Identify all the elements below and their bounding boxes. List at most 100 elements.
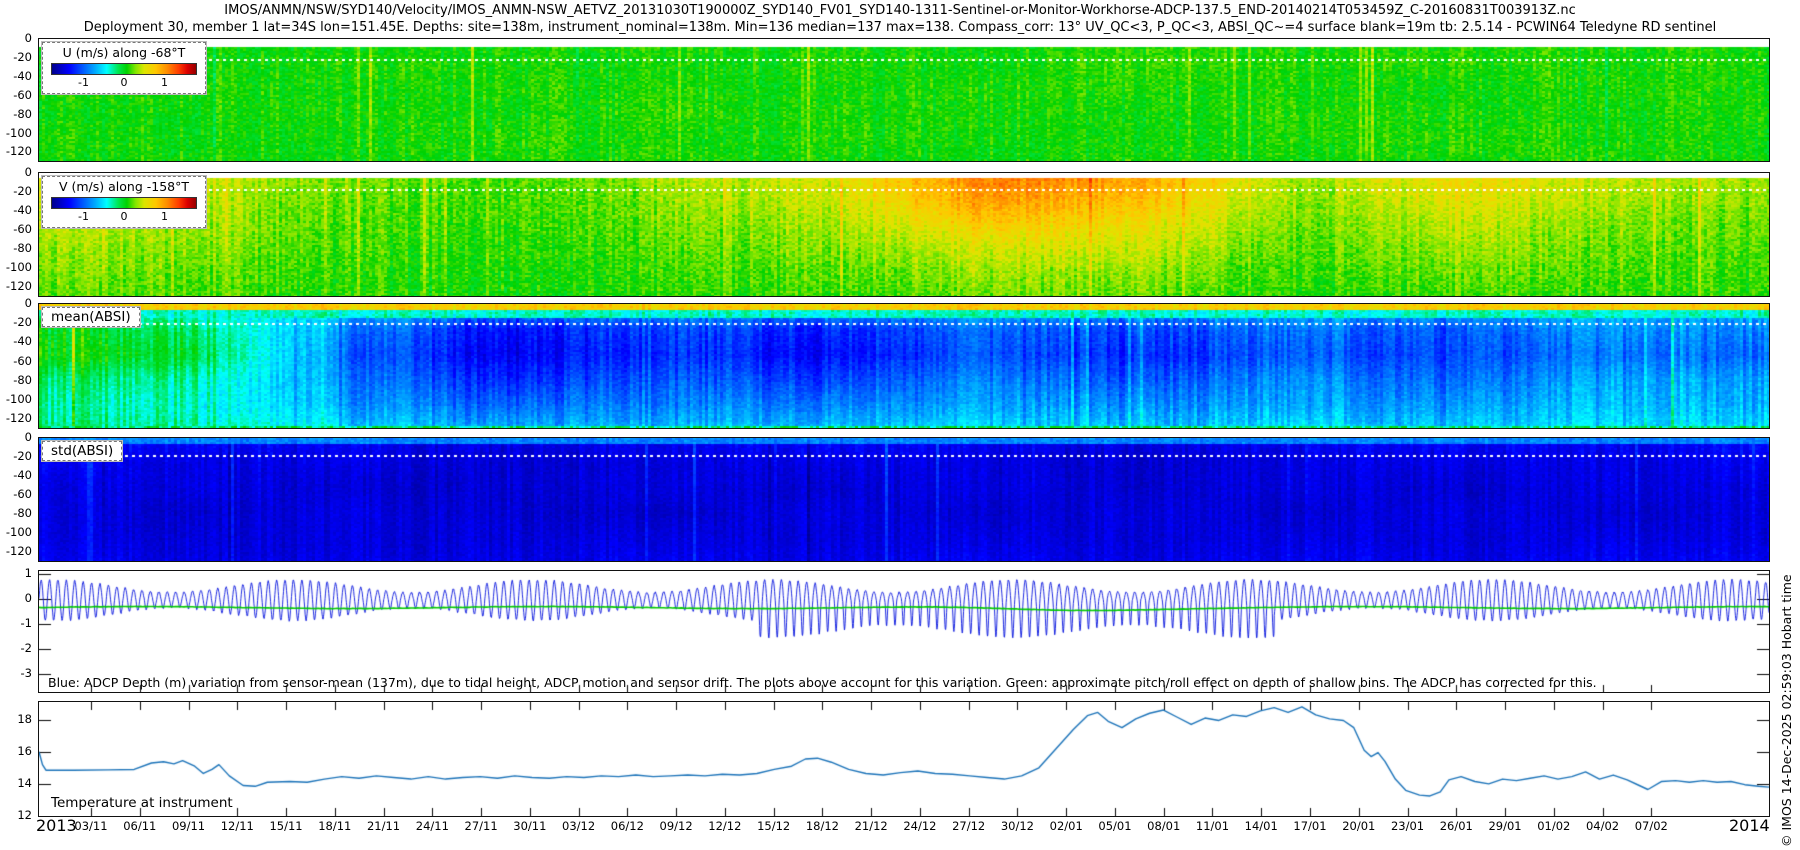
axis-tick-label: -80 [13,373,32,387]
date-tick-label: 15/11 [269,819,302,833]
date-tick-label: 18/11 [318,819,351,833]
std-absi-panel [38,437,1770,562]
axis-tick-label: -20 [13,449,32,463]
date-tick-label: 18/12 [806,819,839,833]
date-tick-label: 05/01 [1098,819,1131,833]
std-absi-label: std(ABSI) [42,441,122,461]
axis-tick-label: -2 [21,641,32,655]
axis-tick-label: -40 [13,334,32,348]
date-tick-label: 15/12 [757,819,790,833]
figure-title-filename: IMOS/ANMN/NSW/SYD140/Velocity/IMOS_ANMN-… [0,3,1800,18]
colorbar-tick-label: -1 [78,210,89,223]
date-tick-label: 06/12 [611,819,644,833]
axis-tick-label: -40 [13,203,32,217]
mean-absi-heatmap [39,304,1769,428]
axis-tick-label: -120 [6,279,32,293]
axis-tick-label: -3 [21,666,32,680]
colorbar-tick-label: 1 [161,210,168,223]
date-tick-label: 06/11 [123,819,156,833]
axis-tick-label: -20 [13,315,32,329]
axis-tick-label: -120 [6,544,32,558]
date-tick-label: 26/01 [1440,819,1473,833]
date-tick-label: 23/01 [1391,819,1424,833]
axis-tick-label: -60 [13,88,32,102]
axis-tick-label: 16 [17,744,32,758]
v-velocity-heatmap [39,173,1769,296]
axis-tick-label: -20 [13,50,32,64]
v-legend: V (m/s) along -158°T -101 [42,176,206,228]
mean-absi-depth-axis: 0-20-40-60-80-100-120 [0,303,34,427]
axis-tick-label: -100 [6,525,32,539]
adcp-figure: IMOS/ANMN/NSW/SYD140/Velocity/IMOS_ANMN-… [0,0,1800,850]
date-tick-label: 03/11 [74,819,107,833]
axis-tick-label: 0 [25,591,32,605]
date-tick-label: 29/01 [1488,819,1521,833]
axis-tick-label: -120 [6,144,32,158]
figure-title-deployment-info: Deployment 30, member 1 lat=34S lon=151.… [0,20,1800,35]
axis-tick-label: 14 [17,776,32,790]
date-tick-label: 04/02 [1586,819,1619,833]
axis-tick-label: -60 [13,354,32,368]
date-tick-label: 12/12 [708,819,741,833]
axis-tick-label: -60 [13,487,32,501]
mean-absi-label: mean(ABSI) [42,307,140,327]
date-tick-label: 30/11 [513,819,546,833]
mean-absi-panel [38,303,1770,429]
axis-tick-label: -100 [6,126,32,140]
u-depth-axis: 0-20-40-60-80-100-120 [0,38,34,160]
axis-tick-label: 0 [25,165,32,179]
date-tick-label: 20/01 [1342,819,1375,833]
axis-tick-label: -100 [6,260,32,274]
depth-variation-plot [39,571,1769,692]
colorbar-tick-label: -1 [78,76,89,89]
colorbar-tick-label: 1 [161,76,168,89]
date-tick-label: 24/12 [903,819,936,833]
date-axis: 03/11 06/11 09/11 12/11 15/11 18/11 21/11 24/11… [0,819,1800,837]
axis-tick-label: -100 [6,392,32,406]
date-tick-label: 11/01 [1196,819,1229,833]
date-tick-label: 12/11 [221,819,254,833]
u-legend: U (m/s) along -68°T -1 0 1 [42,42,206,94]
axis-tick-label: 0 [25,296,32,310]
u-legend-title: U (m/s) along -68°T [49,45,199,60]
axis-tick-label: -120 [6,411,32,425]
date-tick-label: 03/12 [562,819,595,833]
date-tick-label: 02/01 [1050,819,1083,833]
date-tick-label: 14/01 [1245,819,1278,833]
std-absi-heatmap [39,438,1769,561]
end-year-label: 2014 [1729,816,1770,835]
v-colorbar [51,197,197,209]
colorbar-tick-label: 0 [121,76,128,89]
depth-variation-panel: Blue: ADCP Depth (m) variation from sens… [38,570,1770,693]
u-velocity-heatmap [39,39,1769,161]
v-depth-axis: 0-20-40-60-80-100-120 [0,172,34,295]
date-tick-label: 24/11 [416,819,449,833]
std-absi-depth-axis: 0-20-40-60-80-100-120 [0,437,34,560]
colorbar-tick-label: 0 [121,210,128,223]
axis-tick-label: 1 [25,566,32,580]
date-tick-label: 09/11 [172,819,205,833]
date-tick-label: 21/11 [367,819,400,833]
date-tick-label: 27/12 [952,819,985,833]
axis-tick-label: -80 [13,107,32,121]
axis-tick-label: -1 [21,616,32,630]
v-colorbar-ticks: -1 0 1 [49,210,199,224]
v-velocity-panel [38,172,1770,297]
axis-tick-label: -60 [13,222,32,236]
axis-tick-label: -20 [13,184,32,198]
axis-tick-label: -40 [13,468,32,482]
temperature-plot [39,702,1769,816]
date-tick-label: 17/01 [1293,819,1326,833]
axis-tick-label: 0 [25,430,32,444]
temperature-y-axis: 18161412 [0,701,34,815]
date-tick-label: 21/12 [855,819,888,833]
date-tick-label: 08/01 [1147,819,1180,833]
date-tick-label: 01/02 [1537,819,1570,833]
imos-watermark: © IMOS 14-Dec-2025 02:59:03 Hobart time [1779,574,1794,847]
start-year-label: 2013 [36,816,77,835]
date-tick-label: 27/11 [465,819,498,833]
axis-tick-label: -80 [13,506,32,520]
axis-tick-label: -40 [13,69,32,83]
u-colorbar [51,63,197,75]
depth-variation-y-axis: 10-1-2-3 [0,570,34,691]
